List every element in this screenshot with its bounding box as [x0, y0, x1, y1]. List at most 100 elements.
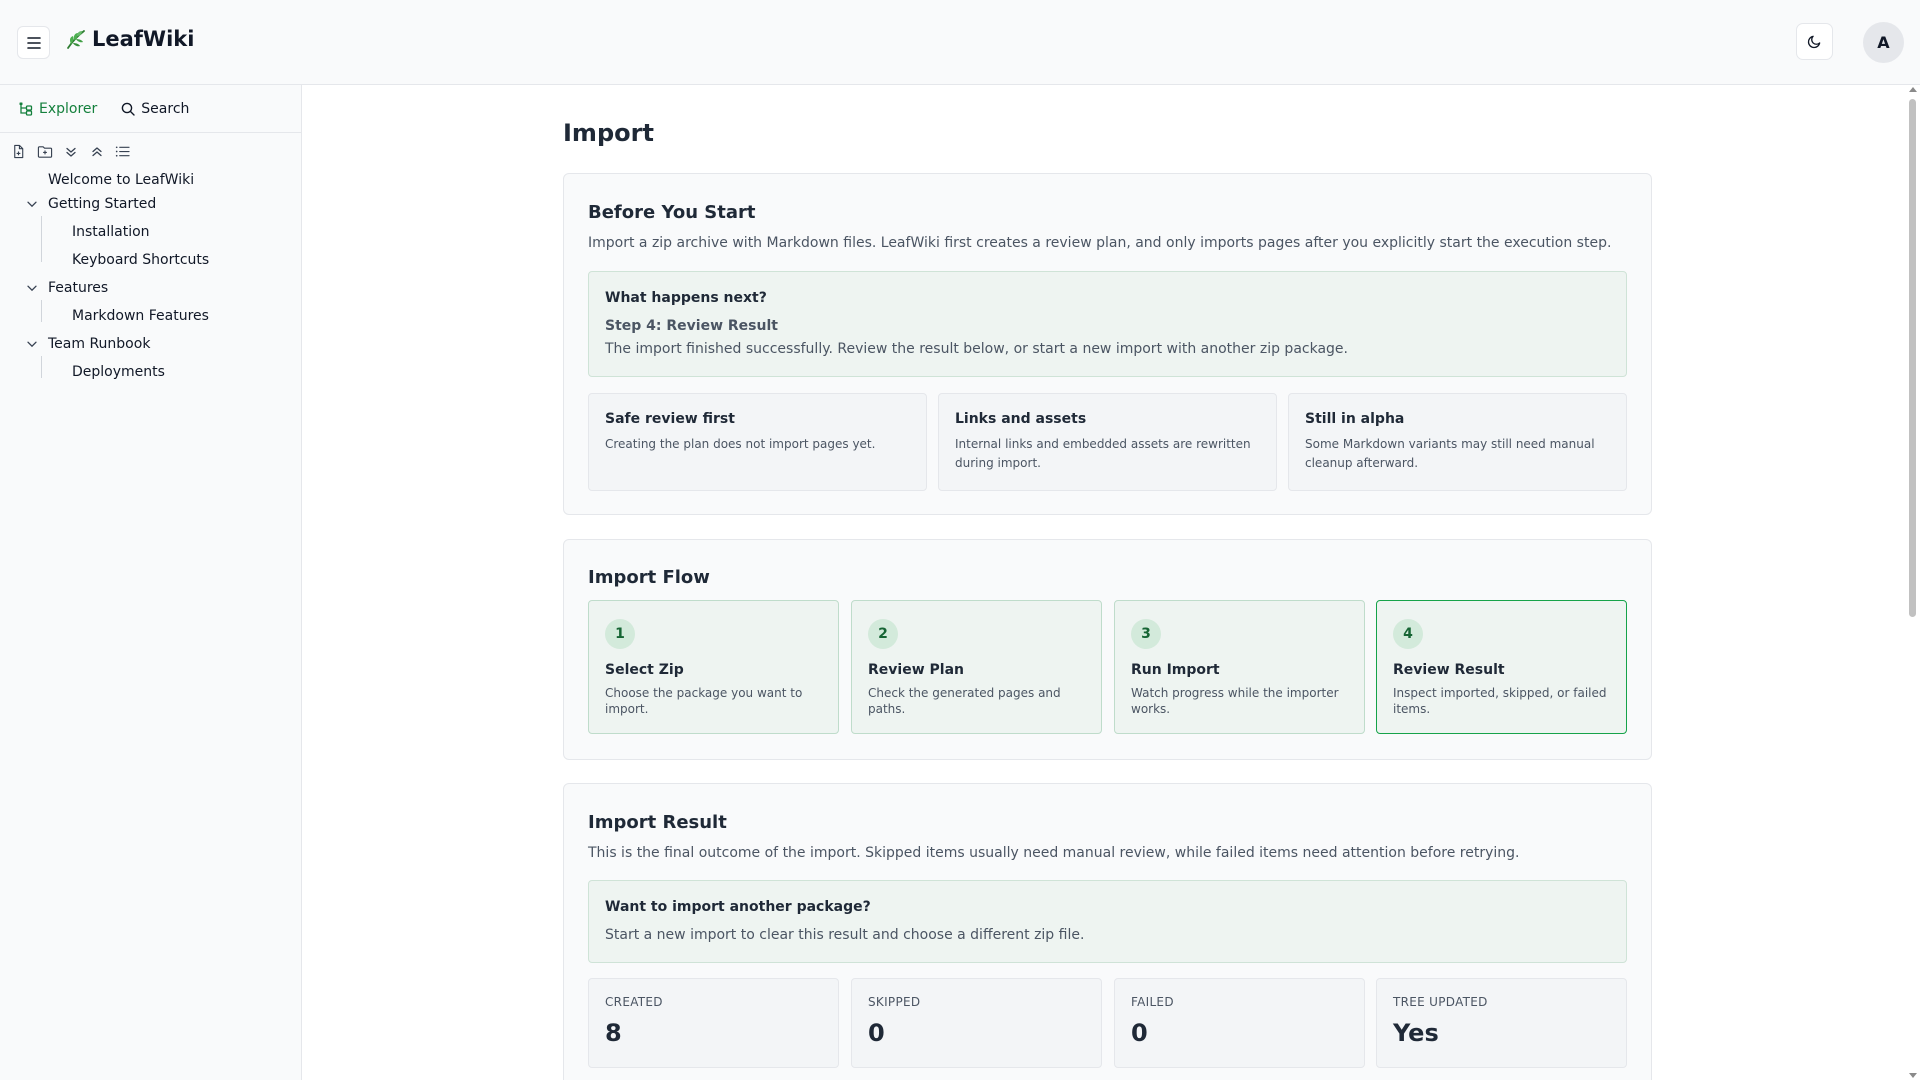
- main-scrollbar[interactable]: [1905, 85, 1920, 1080]
- sidebar-tabs: Explorer Search: [0, 85, 301, 133]
- card-description: This is the final outcome of the import.…: [588, 845, 1520, 861]
- tree-item-keyboard-shortcuts[interactable]: Keyboard Shortcuts: [72, 250, 209, 270]
- tree-toggle-getting-started[interactable]: [25, 197, 39, 211]
- tree-item-label: Installation: [72, 224, 150, 240]
- stat-label: SKIPPED: [868, 995, 921, 1009]
- tree-item-features[interactable]: Features: [48, 278, 108, 298]
- collapse-all-icon: [91, 146, 102, 156]
- app-name: LeafWiki: [92, 27, 195, 51]
- app-header: LeafWiki A: [0, 0, 1920, 85]
- step-title: Select Zip: [605, 662, 684, 678]
- scroll-thumb[interactable]: [1909, 99, 1916, 617]
- step-run-import[interactable]: 3 Run Import Watch progress while the im…: [1114, 600, 1365, 734]
- tab-explorer[interactable]: Explorer: [19, 101, 97, 117]
- new-folder-button[interactable]: [36, 143, 53, 160]
- card-description: Import a zip archive with Markdown files…: [588, 235, 1612, 251]
- scroll-down-arrow[interactable]: [1909, 1073, 1917, 1078]
- expand-all-button[interactable]: [62, 143, 79, 160]
- note-title: Want to import another package?: [605, 899, 871, 915]
- tree-item-welcome[interactable]: Welcome to LeafWiki: [48, 170, 194, 190]
- chevron-down-icon: [27, 285, 37, 291]
- theme-toggle-button[interactable]: [1796, 23, 1833, 60]
- info-title: Links and assets: [955, 411, 1087, 427]
- tree-item-label: Keyboard Shortcuts: [72, 252, 210, 268]
- tree-icon: [19, 102, 33, 116]
- info-text: Some Markdown variants may still need ma…: [1305, 437, 1595, 470]
- tree-item-getting-started[interactable]: Getting Started: [48, 194, 156, 214]
- tree-toggle-features[interactable]: [25, 281, 39, 295]
- menu-toggle-button[interactable]: [17, 26, 50, 59]
- chevron-down-icon: [27, 341, 37, 347]
- stat-failed: FAILED 0: [1114, 978, 1365, 1068]
- what-happens-next-box: What happens next? Step 4: Review Result…: [588, 271, 1627, 377]
- sort-list-icon: [115, 146, 130, 157]
- import-another-box: Want to import another package? Start a …: [588, 880, 1627, 963]
- card-title: Before You Start: [588, 202, 756, 223]
- tab-search[interactable]: Search: [121, 101, 189, 117]
- step-number: 4: [1393, 619, 1423, 649]
- avatar-initial: A: [1877, 33, 1890, 52]
- step-number: 2: [868, 619, 898, 649]
- step-number: 1: [605, 619, 635, 649]
- tree-guide-getting-started: [41, 216, 42, 262]
- moon-icon: [1807, 35, 1821, 49]
- info-box-alpha: Still in alpha Some Markdown variants ma…: [1288, 393, 1627, 491]
- stat-label: CREATED: [605, 995, 663, 1009]
- sidebar: Explorer Search Welcome to LeafWiki Gett…: [0, 85, 302, 1080]
- info-box-safe-review: Safe review first Creating the plan does…: [588, 393, 927, 491]
- import-result-card: Import Result This is the final outcome …: [563, 783, 1652, 1080]
- stat-value: 0: [868, 1019, 885, 1047]
- tree-toggle-team-runbook[interactable]: [25, 337, 39, 351]
- info-text: Internal links and embedded assets are r…: [955, 437, 1251, 470]
- brand-logo[interactable]: LeafWiki: [64, 27, 194, 51]
- current-step-label: Step 4: Review Result: [605, 318, 778, 334]
- before-you-start-card: Before You Start Import a zip archive wi…: [563, 173, 1652, 515]
- hamburger-icon: [26, 36, 41, 49]
- tree-item-label: Features: [48, 280, 109, 296]
- tree-item-team-runbook[interactable]: Team Runbook: [48, 334, 150, 354]
- page-title: Import: [563, 119, 654, 147]
- import-flow-card: Import Flow 1 Select Zip Choose the pack…: [563, 539, 1652, 760]
- step-text: Inspect imported, skipped, or failed ite…: [1393, 686, 1607, 716]
- tree-toolbar: [0, 133, 301, 160]
- stat-value: 8: [605, 1019, 622, 1047]
- new-folder-icon: [37, 146, 52, 158]
- info-title: Safe review first: [605, 411, 735, 427]
- stat-created: CREATED 8: [588, 978, 839, 1068]
- stat-skipped: SKIPPED 0: [851, 978, 1102, 1068]
- card-title: Import Flow: [588, 567, 710, 588]
- new-page-button[interactable]: [10, 143, 27, 160]
- step-title: Review Result: [1393, 662, 1505, 678]
- tree-item-label: Team Runbook: [48, 336, 151, 352]
- step-select-zip[interactable]: 1 Select Zip Choose the package you want…: [588, 600, 839, 734]
- card-title: Import Result: [588, 812, 727, 833]
- collapse-all-button[interactable]: [88, 143, 105, 160]
- stat-tree-updated: TREE UPDATED Yes: [1376, 978, 1627, 1068]
- tree-item-markdown-features[interactable]: Markdown Features: [72, 306, 209, 326]
- leaf-icon: [67, 30, 85, 49]
- tab-explorer-label: Explorer: [39, 100, 98, 117]
- step-review-plan[interactable]: 2 Review Plan Check the generated pages …: [851, 600, 1102, 734]
- user-avatar[interactable]: A: [1863, 22, 1904, 63]
- step-text: Watch progress while the importer works.: [1131, 686, 1339, 716]
- step-number: 3: [1131, 619, 1161, 649]
- scroll-up-arrow[interactable]: [1909, 87, 1917, 92]
- tree-item-label: Deployments: [72, 364, 165, 380]
- info-box-links-assets: Links and assets Internal links and embe…: [938, 393, 1277, 491]
- tree-item-label: Getting Started: [48, 196, 157, 212]
- tree-item-deployments[interactable]: Deployments: [72, 362, 165, 382]
- stat-value: Yes: [1393, 1019, 1439, 1047]
- search-icon: [121, 102, 135, 116]
- tree-guide-team-runbook: [41, 356, 42, 378]
- info-title: Still in alpha: [1305, 411, 1405, 427]
- step-review-result[interactable]: 4 Review Result Inspect imported, skippe…: [1376, 600, 1627, 734]
- tree-item-installation[interactable]: Installation: [72, 222, 150, 242]
- chevron-down-icon: [27, 201, 37, 207]
- step-title: Run Import: [1131, 662, 1220, 678]
- sort-list-button[interactable]: [114, 143, 131, 160]
- stat-value: 0: [1131, 1019, 1148, 1047]
- tree-guide-features: [41, 300, 42, 322]
- tree-item-label: Markdown Features: [72, 308, 209, 324]
- stat-label: FAILED: [1131, 995, 1174, 1009]
- step-text: Choose the package you want to import.: [605, 686, 803, 716]
